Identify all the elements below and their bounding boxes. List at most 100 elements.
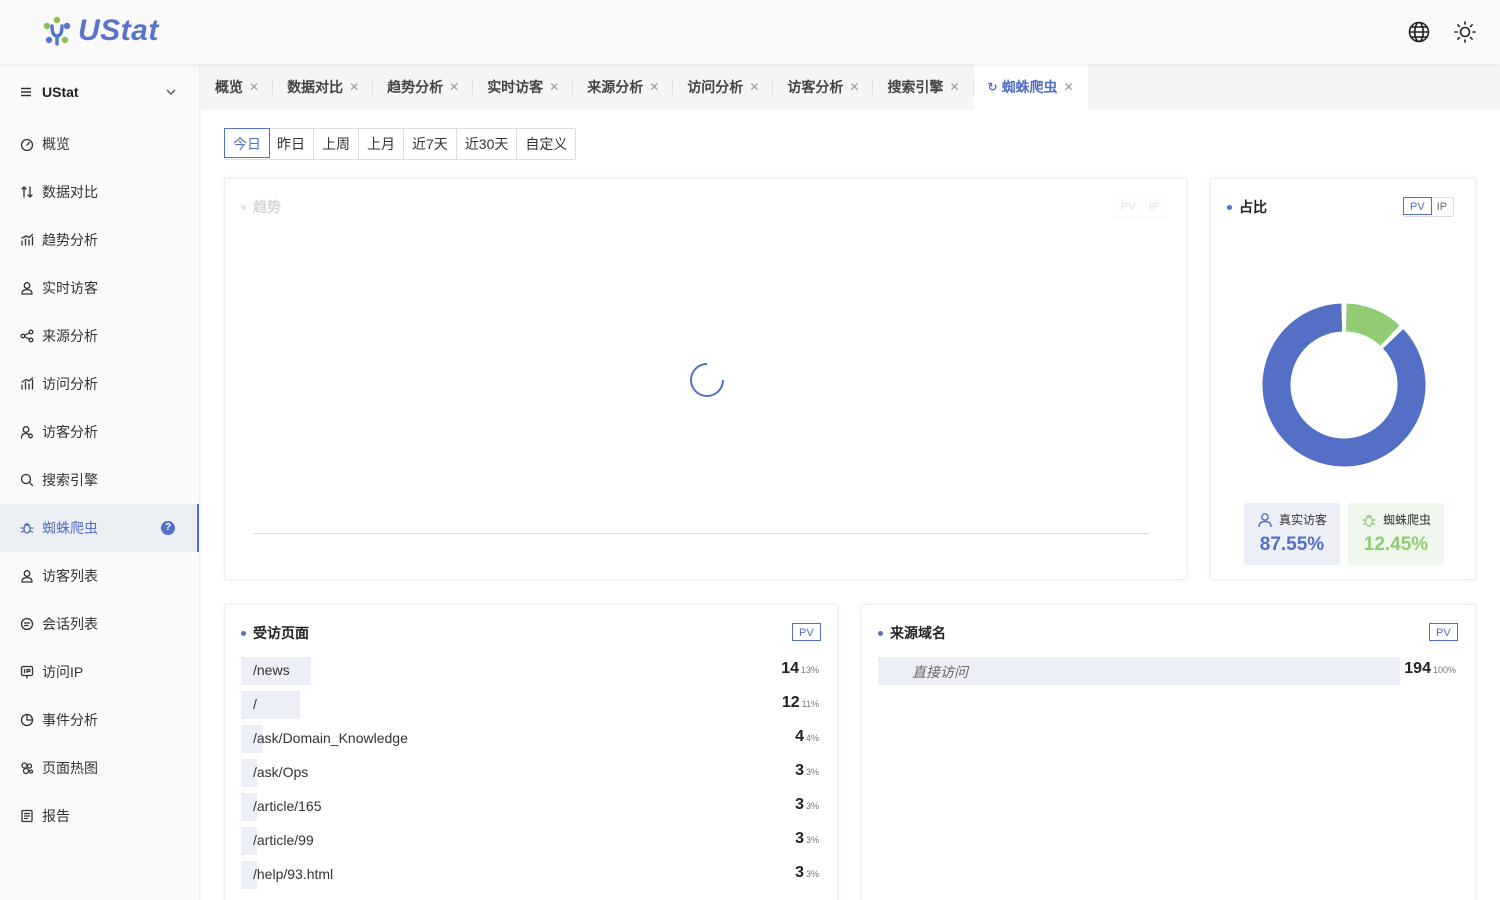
sidebar-item-13[interactable]: 页面热图 <box>0 744 199 792</box>
refresh-icon[interactable]: ↻ <box>988 80 998 94</box>
menu-icon <box>21 87 31 97</box>
sidebar-item-1[interactable]: 数据对比 <box>0 168 199 216</box>
sidebar-item-12[interactable]: 事件分析 <box>0 696 199 744</box>
date-range-option-3[interactable]: 上月 <box>359 129 404 159</box>
trend-pv-toggle[interactable]: PV <box>1115 198 1143 216</box>
domains-pv-toggle[interactable]: PV <box>1429 623 1458 641</box>
trend-card: 趋势 PV IP <box>224 178 1187 580</box>
sidebar-item-8[interactable]: 蜘蛛爬虫? <box>0 504 199 552</box>
close-icon[interactable]: ✕ <box>349 80 359 94</box>
tab-1[interactable]: 数据对比 ✕ <box>273 64 374 110</box>
chevron-down-icon <box>166 89 176 95</box>
help-icon[interactable]: ? <box>161 521 175 535</box>
main-content: 今日 昨日 上周 上月 近7天 近30天 自定义 趋势 PV IP 占比 PV IP <box>201 110 1500 900</box>
tab-label: 来源分析 <box>587 79 644 95</box>
tab-6[interactable]: 访客分析 ✕ <box>773 64 874 110</box>
sidebar-item-label: 访问IP <box>42 664 84 680</box>
trend-metric-toggle: PV IP <box>1114 197 1167 217</box>
date-range-option-6[interactable]: 自定义 <box>517 129 575 159</box>
sidebar-item-2[interactable]: 趋势分析 <box>0 216 199 264</box>
date-range-selector: 今日 昨日 上周 上月 近7天 近30天 自定义 <box>224 128 577 160</box>
bar-chart-icon <box>20 377 34 391</box>
ratio-card-title: 占比 <box>1227 197 1267 217</box>
sidebar-item-label: 访客分析 <box>42 424 98 440</box>
close-icon[interactable]: ✕ <box>849 80 859 94</box>
pages-pv-toggle[interactable]: PV <box>792 623 821 641</box>
tab-label: 搜索引擎 <box>887 79 944 95</box>
row-count: 12 11% <box>781 694 819 711</box>
tab-7[interactable]: 搜索引擎 ✕ <box>873 64 974 110</box>
row-share-bar <box>241 691 301 719</box>
list-item[interactable]: /article/99 3 3% <box>241 825 823 859</box>
source-domains-title: 来源域名 <box>878 623 946 643</box>
date-range-option-2[interactable]: 上周 <box>314 129 359 159</box>
tab-2[interactable]: 趋势分析 ✕ <box>373 64 474 110</box>
list-item[interactable]: /ask/Domain_Knowledge 4 4% <box>241 723 823 757</box>
sidebar-item-3[interactable]: 实时访客 <box>0 264 199 312</box>
ip-icon <box>20 665 34 679</box>
tab-8[interactable]: ↻ 蜘蛛爬虫 ✕ <box>973 64 1088 110</box>
sidebar-item-label: 概览 <box>42 136 70 152</box>
tab-label: 蜘蛛爬虫 <box>1001 79 1058 95</box>
tab-label: 访客分析 <box>787 79 844 95</box>
sidebar-item-0[interactable]: 概览 <box>0 120 199 168</box>
close-icon[interactable]: ✕ <box>949 80 959 94</box>
bug-icon <box>1362 514 1376 527</box>
site-selector[interactable]: UStat <box>0 64 199 120</box>
tab-label: 概览 <box>215 79 243 95</box>
sidebar-item-label: 数据对比 <box>42 184 98 200</box>
row-label: 直接访问 <box>912 664 968 680</box>
row-count: 3 3% <box>795 762 819 779</box>
compare-icon <box>20 185 34 199</box>
site-selector-label: UStat <box>42 84 79 100</box>
trend-card-title: 趋势 <box>241 197 281 217</box>
sidebar-item-label: 蜘蛛爬虫 <box>42 520 98 536</box>
close-icon[interactable]: ✕ <box>649 80 659 94</box>
globe-icon[interactable] <box>1407 20 1431 44</box>
sun-icon[interactable] <box>1453 20 1477 44</box>
list-item[interactable]: /article/165 3 3% <box>241 791 823 825</box>
close-icon[interactable]: ✕ <box>1064 80 1074 94</box>
date-range-option-5[interactable]: 近30天 <box>457 129 518 159</box>
date-range-option-1[interactable]: 昨日 <box>269 129 314 159</box>
list-item[interactable]: /ask/Ops 3 3% <box>241 757 823 791</box>
user-icon <box>20 281 34 295</box>
row-label: /ask/Domain_Knowledge <box>253 730 408 746</box>
visited-pages-list: /news 14 13% / 12 11% /ask/Domain_Knowledge 4 4%… <box>241 655 823 893</box>
sidebar-item-7[interactable]: 搜索引擎 <box>0 456 199 504</box>
sidebar-item-9[interactable]: 访客列表 <box>0 552 199 600</box>
date-range-option-4[interactable]: 近7天 <box>404 129 457 159</box>
sidebar-item-label: 报告 <box>42 808 70 824</box>
list-item[interactable]: 直接访问 194 100% <box>878 655 1460 689</box>
date-range-option-0[interactable]: 今日 <box>224 128 270 158</box>
dashboard-icon <box>20 137 34 152</box>
sidebar-item-6[interactable]: 访客分析 <box>0 408 199 456</box>
ratio-ip-toggle[interactable]: IP <box>1431 198 1453 216</box>
list-item[interactable]: / 12 11% <box>241 689 823 723</box>
ratio-pv-toggle[interactable]: PV <box>1403 197 1432 215</box>
sidebar-item-10[interactable]: 会话列表 <box>0 600 199 648</box>
legend-real-visitors-value: 87.55% <box>1259 534 1325 555</box>
close-icon[interactable]: ✕ <box>549 80 559 94</box>
sidebar-item-label: 页面热图 <box>42 760 98 776</box>
close-icon[interactable]: ✕ <box>249 80 259 94</box>
legend-spiders-value: 12.45% <box>1363 534 1429 555</box>
row-label: /help/93.html <box>253 866 334 882</box>
tab-0[interactable]: 概览 ✕ <box>201 64 274 110</box>
logo[interactable]: UStat <box>40 14 159 48</box>
sidebar-item-14[interactable]: 报告 <box>0 792 199 840</box>
donut-slice-real-visitors[interactable] <box>1261 302 1427 468</box>
sidebar-item-5[interactable]: 访问分析 <box>0 360 199 408</box>
sidebar-item-11[interactable]: 访问IP <box>0 648 199 696</box>
trend-ip-toggle[interactable]: IP <box>1143 198 1165 216</box>
sidebar-item-4[interactable]: 来源分析 <box>0 312 199 360</box>
list-item[interactable]: /news 14 13% <box>241 655 823 689</box>
tab-5[interactable]: 访问分析 ✕ <box>673 64 774 110</box>
legend-real-visitors: 真实访客 87.55% <box>1244 503 1340 565</box>
close-icon[interactable]: ✕ <box>449 80 459 94</box>
tab-3[interactable]: 实时访客 ✕ <box>473 64 574 110</box>
tab-4[interactable]: 来源分析 ✕ <box>573 64 674 110</box>
list-item[interactable]: /help/93.html 3 3% <box>241 859 823 893</box>
tab-label: 数据对比 <box>287 79 344 95</box>
close-icon[interactable]: ✕ <box>749 80 759 94</box>
